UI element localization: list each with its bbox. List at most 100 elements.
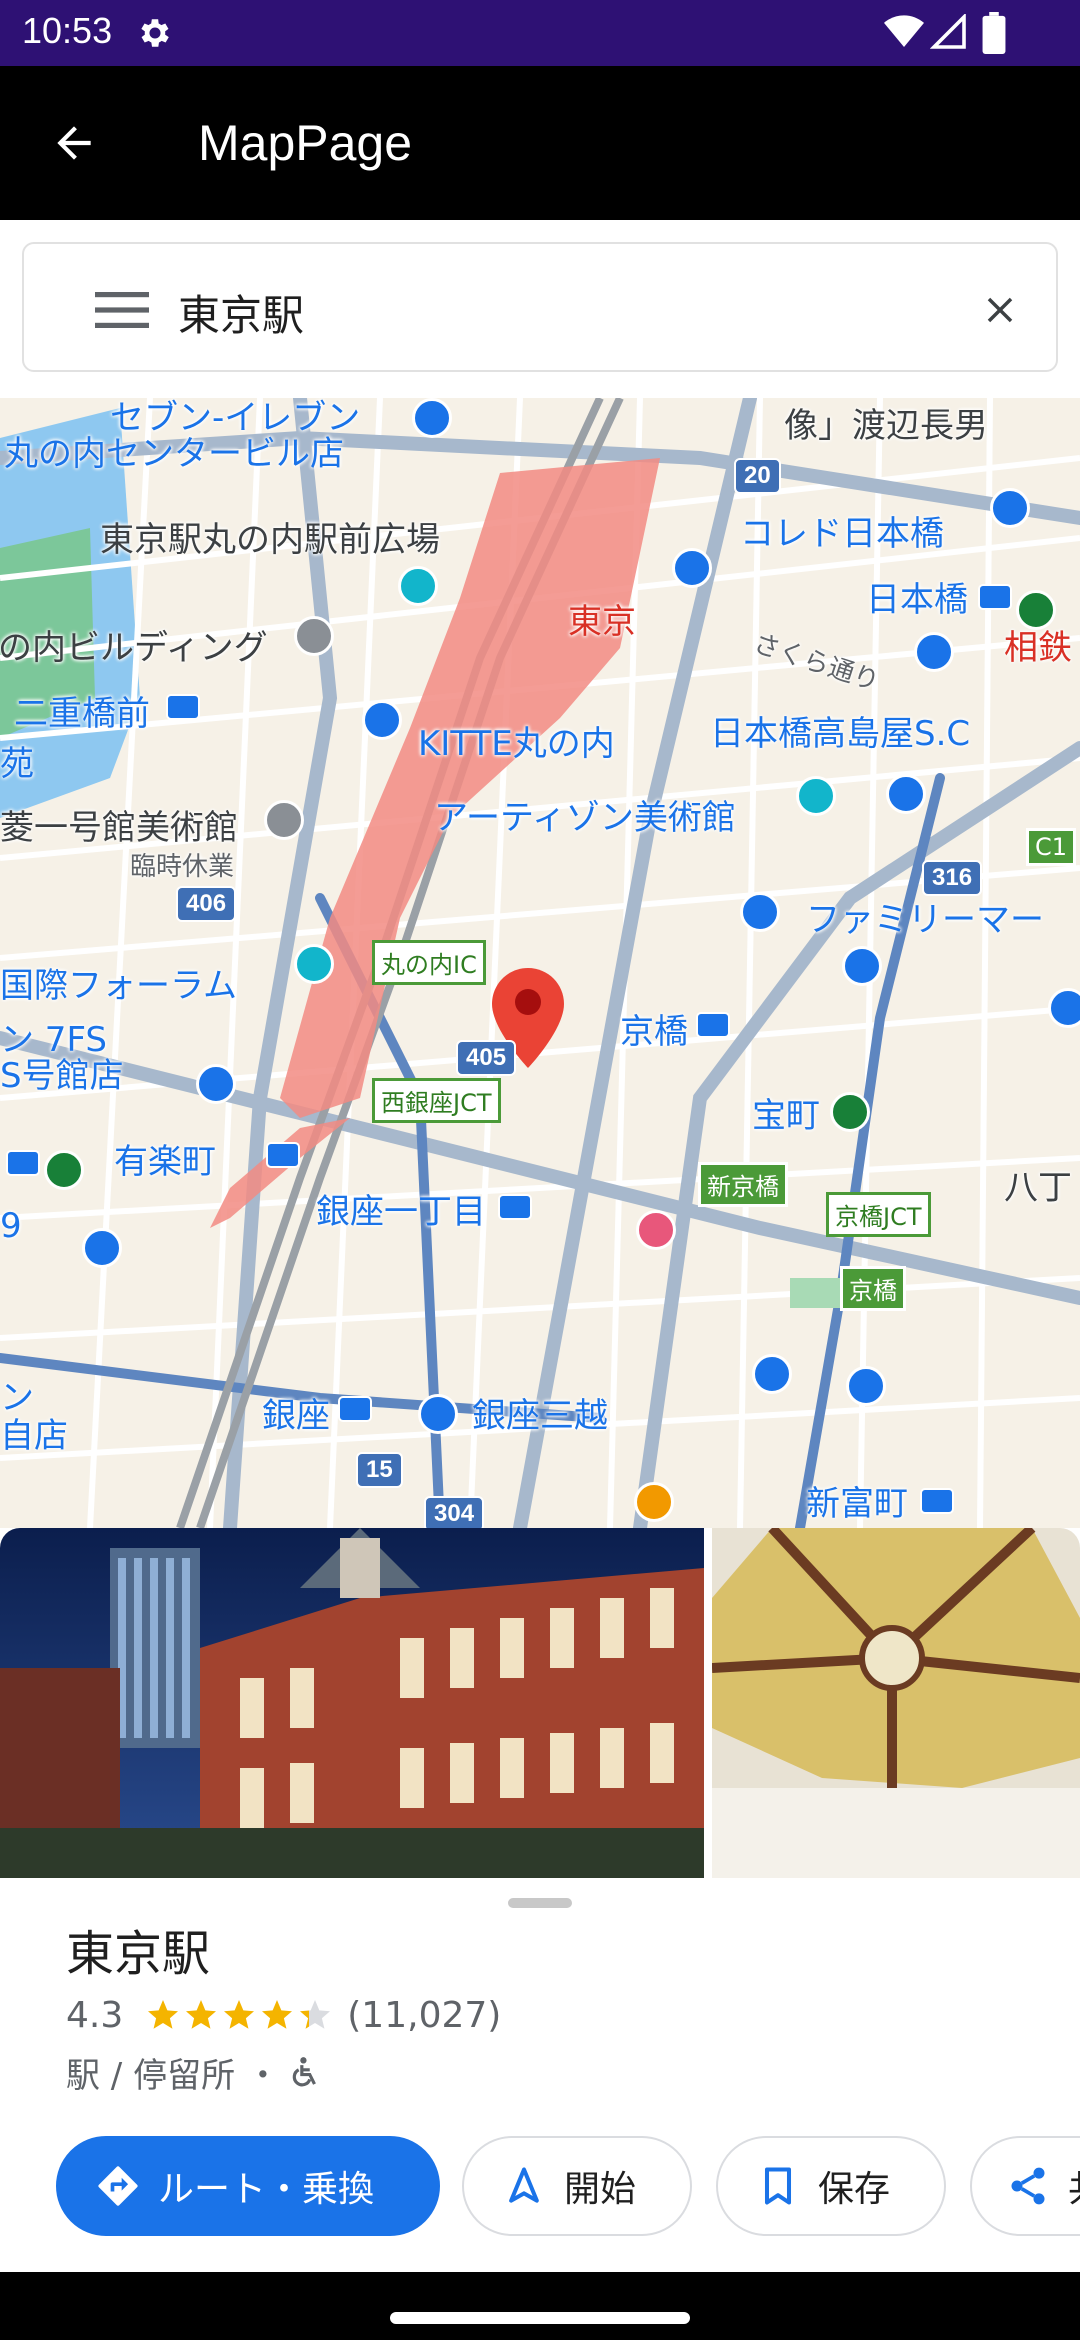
store-poi-icon[interactable] — [842, 946, 882, 986]
metro-station-icon[interactable] — [166, 694, 200, 720]
map-label-ekimae-hiroba[interactable]: 東京駅丸の内駅前広場 — [100, 512, 440, 561]
shopping-poi-icon[interactable] — [362, 700, 402, 740]
wheelchair-accessible-icon — [292, 2056, 316, 2086]
park-poi-icon[interactable] — [44, 1150, 84, 1190]
start-label: 開始 — [564, 2169, 637, 2210]
shopping-poi-icon[interactable] — [990, 488, 1030, 528]
rating-value: 4.3 — [66, 1994, 124, 2036]
directions-label: ルート・乗換 — [158, 2169, 375, 2210]
store-poi-icon[interactable] — [196, 1064, 236, 1104]
shopping-poi-icon[interactable] — [914, 632, 954, 672]
map-label-s-gokan[interactable]: S号館店 — [0, 1048, 124, 1097]
station-dome-image — [712, 1528, 1080, 1878]
map-label-hatchobori[interactable]: 八丁 — [1004, 1160, 1072, 1209]
search-bar[interactable]: 東京駅 — [22, 242, 1058, 372]
store-poi-icon[interactable] — [82, 1228, 122, 1268]
hotel-poi-icon[interactable] — [636, 1210, 676, 1250]
save-button[interactable]: 保存 — [716, 2136, 946, 2236]
store-poi-icon[interactable] — [752, 1354, 792, 1394]
app-bar: MapPage — [0, 66, 1080, 220]
menu-button[interactable] — [74, 280, 170, 340]
arrow-back-icon — [57, 126, 91, 160]
map-label-kokusai-forum[interactable]: 国際フォーラム — [0, 958, 237, 1007]
map-view[interactable]: セブン-イレブン 丸の内センタービル店 東京駅丸の内駅前広場 の内ビルディング … — [0, 398, 1080, 1528]
map-label-kyobashi[interactable]: 京橋 — [620, 1004, 688, 1053]
map-label-yurakucho[interactable]: 有楽町 — [114, 1134, 216, 1183]
map-label-ginza-mitsukoshi[interactable]: 銀座三越 — [472, 1388, 608, 1437]
map-label-artizon[interactable]: アーティゾン美術館 — [434, 790, 736, 839]
star-icon — [148, 2000, 179, 2029]
store-poi-icon[interactable] — [672, 548, 712, 588]
route-15-badge: 15 — [356, 1452, 403, 1488]
route-405-badge: 405 — [456, 1040, 517, 1076]
station-exterior-image — [0, 1528, 704, 1878]
map-label-marunouchi-center[interactable]: 丸の内センタービル店 — [4, 426, 344, 475]
map-label-mitsubishi[interactable]: 菱一号館美術館 — [0, 800, 238, 849]
category-row: 駅 / 停留所 ・ — [66, 2048, 324, 2097]
c1-badge: C1 — [1026, 828, 1077, 866]
landmark-poi-icon[interactable] — [398, 566, 438, 606]
landmark-poi-icon[interactable] — [294, 944, 334, 984]
station-dome-interior-photo[interactable] — [712, 1528, 1080, 1878]
start-navigation-button[interactable]: 開始 — [462, 2136, 692, 2236]
hamburger-menu-icon — [95, 292, 149, 328]
directions-icon — [98, 2166, 138, 2206]
store-poi-icon[interactable] — [886, 774, 926, 814]
store-poi-icon[interactable] — [1048, 988, 1080, 1028]
park-poi-icon[interactable] — [1016, 590, 1056, 630]
metro-station-icon[interactable] — [978, 584, 1012, 610]
rating-row[interactable]: 4.3 (11,027) — [66, 1992, 501, 2038]
map-label-kitte[interactable]: KITTE丸の内 — [418, 716, 615, 765]
metro-station-icon[interactable] — [696, 1012, 730, 1038]
sheet-drag-handle[interactable] — [508, 1898, 572, 1908]
building-poi-icon[interactable] — [294, 616, 334, 656]
metro-station-icon[interactable] — [6, 1150, 40, 1176]
place-category: 駅 / 停留所 ・ — [66, 2056, 280, 2096]
store-poi-icon[interactable] — [846, 1366, 886, 1406]
map-label-ginza[interactable]: 銀座 — [262, 1388, 330, 1437]
share-button[interactable]: 共 — [970, 2136, 1080, 2236]
review-count[interactable]: (11,027) — [347, 1995, 501, 2036]
restaurant-poi-icon[interactable] — [634, 1482, 674, 1522]
kyobashi-exit-badge: 京橋 — [840, 1266, 906, 1311]
station-exterior-photo[interactable] — [0, 1528, 704, 1878]
metro-station-icon[interactable] — [498, 1194, 532, 1220]
screen: 10:53 MapPage 東京駅 セブン-イレブン 丸の内センタービル店 東京… — [0, 0, 1080, 2340]
share-label: 共 — [1068, 2160, 1080, 2212]
action-buttons-row: ルート・乗換 開始 保存 共 — [0, 2136, 1080, 2236]
place-details-sheet[interactable]: 東京駅 4.3 (11,027) 駅 / 停留所 ・ ルート・乗換 開始 保存 — [0, 1878, 1080, 2272]
map-label-tokyo[interactable]: 東京 — [568, 594, 636, 643]
status-bar: 10:53 — [0, 0, 1080, 66]
photo-carousel[interactable] — [0, 1528, 1080, 1878]
clear-search-button[interactable] — [964, 274, 1036, 346]
park-poi-icon[interactable] — [830, 1092, 870, 1132]
search-input[interactable]: 東京駅 — [178, 282, 304, 343]
map-label-nihonbashi[interactable]: 日本橋 — [866, 572, 968, 621]
shopping-poi-icon[interactable] — [418, 1394, 458, 1434]
map-label-coredo[interactable]: コレド日本橋 — [740, 506, 944, 555]
map-label-watanabe[interactable]: 像」渡辺長男 — [784, 398, 988, 447]
store-poi-icon[interactable] — [412, 398, 452, 438]
battery-icon — [982, 12, 1006, 54]
map-label-ginza-itchome[interactable]: 銀座一丁目 — [316, 1184, 486, 1233]
map-label-takaracho[interactable]: 宝町 — [752, 1088, 820, 1137]
route-316-badge: 316 — [922, 860, 983, 896]
home-gesture-handle[interactable] — [390, 2312, 690, 2324]
metro-station-icon[interactable] — [338, 1396, 372, 1422]
museum-poi-icon[interactable] — [264, 800, 304, 840]
map-label-building[interactable]: の内ビルディング — [0, 620, 268, 669]
bookmark-icon — [764, 2167, 792, 2205]
metro-station-icon[interactable] — [266, 1142, 300, 1168]
metro-station-icon[interactable] — [920, 1488, 954, 1514]
map-label-nijubashimae[interactable]: 二重橋前 — [14, 686, 150, 735]
status-time: 10:53 — [22, 10, 113, 51]
map-label-familymart[interactable]: ファミリーマー — [806, 892, 1044, 941]
store-poi-icon[interactable] — [740, 892, 780, 932]
directions-button[interactable]: ルート・乗換 — [56, 2136, 440, 2236]
museum-poi-icon[interactable] — [796, 776, 836, 816]
map-label-rinji: 臨時休業 — [130, 852, 235, 882]
back-button[interactable] — [36, 110, 112, 176]
marunouchi-ic-badge: 丸の内IC — [372, 940, 486, 985]
map-label-takashimaya[interactable]: 日本橋高島屋S.C — [710, 706, 970, 755]
map-label-shintomicho[interactable]: 新富町 — [806, 1476, 908, 1525]
